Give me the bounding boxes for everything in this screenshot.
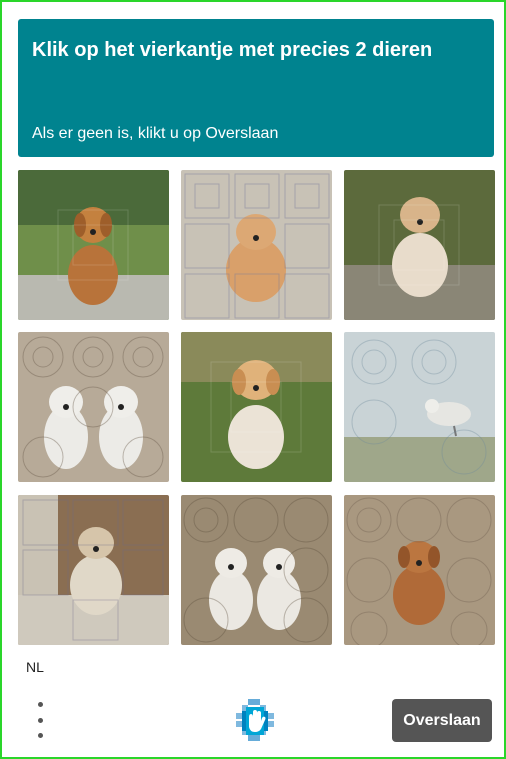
image-tile-7[interactable] — [18, 495, 169, 645]
vertical-dots-icon — [37, 702, 43, 707]
captcha-frame: Klik op het vierkantje met precies 2 die… — [0, 0, 506, 759]
image-tile-5[interactable] — [181, 332, 332, 482]
tile-6-image — [344, 332, 495, 482]
image-tile-3[interactable] — [344, 170, 495, 320]
challenge-title: Klik op het vierkantje met precies 2 die… — [32, 39, 433, 61]
tile-9-image — [344, 495, 495, 645]
image-tile-1[interactable] — [18, 170, 169, 320]
image-tile-4[interactable] — [18, 332, 169, 482]
image-tile-8[interactable] — [181, 495, 332, 645]
tile-1-image — [18, 170, 169, 320]
image-tile-2[interactable] — [181, 170, 332, 320]
image-tile-6[interactable] — [344, 332, 495, 482]
vertical-dots-icon-dot — [37, 717, 43, 723]
tile-7-image — [18, 495, 169, 645]
vertical-dots-icon-dot — [37, 733, 43, 738]
tile-5-image — [181, 332, 332, 482]
tile-8-image — [181, 495, 332, 645]
language-selector[interactable]: NL — [26, 659, 44, 675]
hcaptcha-logo-icon — [234, 699, 278, 741]
challenge-header: Klik op het vierkantje met precies 2 die… — [18, 19, 494, 157]
tile-2-image — [181, 170, 332, 320]
challenge-subtitle: Als er geen is, klikt u op Overslaan — [32, 125, 279, 142]
menu-button[interactable] — [30, 702, 50, 738]
tile-4-image — [18, 332, 169, 482]
image-tile-9[interactable] — [344, 495, 495, 645]
tile-3-image — [344, 170, 495, 320]
skip-button[interactable]: Overslaan — [392, 699, 492, 742]
